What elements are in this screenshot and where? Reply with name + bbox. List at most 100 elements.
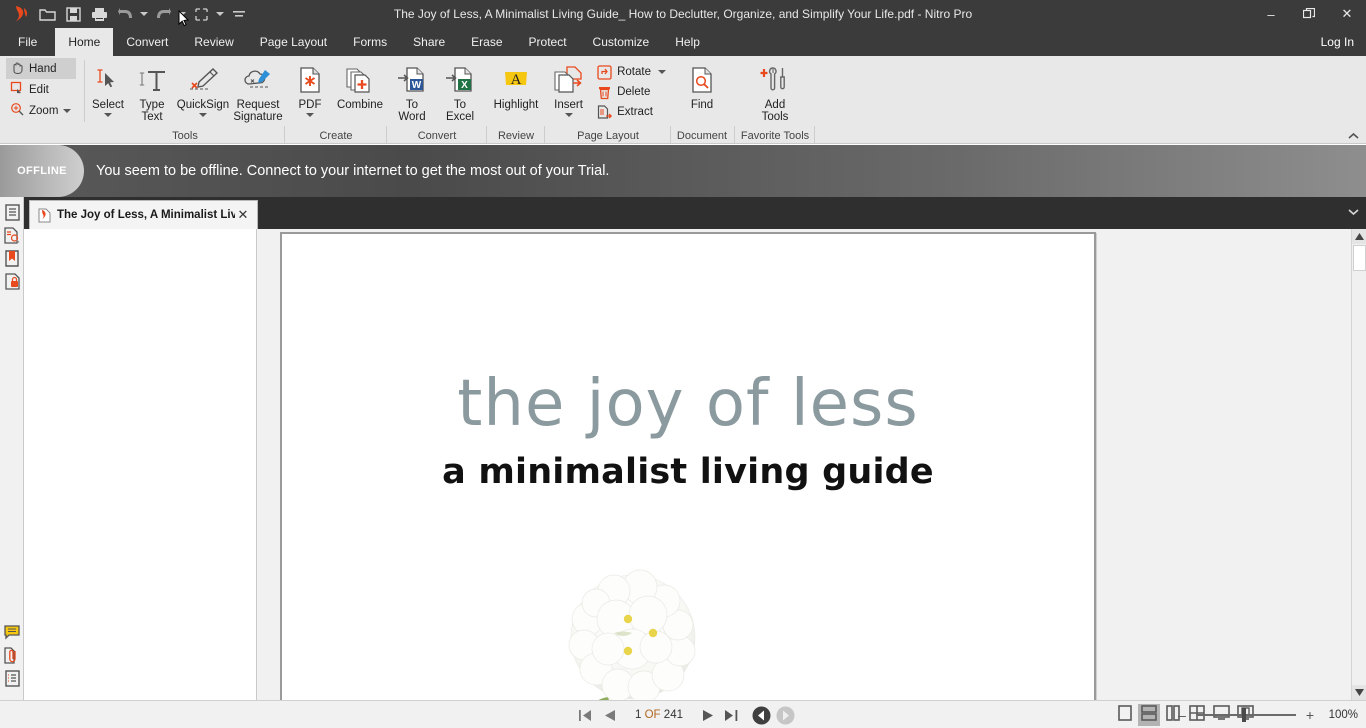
minimize-button[interactable]: – xyxy=(1252,0,1290,28)
print-icon[interactable] xyxy=(86,1,112,27)
group-label-review: Review xyxy=(497,130,535,142)
navigation-pane xyxy=(24,229,257,700)
scroll-down-icon[interactable] xyxy=(1352,685,1366,700)
chevron-down-icon[interactable] xyxy=(1346,205,1360,219)
select-tool-icon[interactable] xyxy=(188,1,214,27)
to-word-button[interactable]: W To Word xyxy=(388,56,436,123)
next-view-icon[interactable] xyxy=(775,704,797,726)
save-icon[interactable] xyxy=(60,1,86,27)
pdf-document-icon xyxy=(36,207,52,223)
line1: To xyxy=(405,99,419,111)
select-dropdown-icon[interactable] xyxy=(214,1,226,27)
attachments-panel-icon[interactable] xyxy=(0,644,24,667)
tab-review[interactable]: Review xyxy=(181,28,246,56)
insert-pages-button[interactable]: Insert xyxy=(546,56,591,117)
rotate-dropdown-icon[interactable] xyxy=(658,70,666,74)
bookmarks-panel-icon[interactable] xyxy=(0,247,24,270)
menu-tabs: File Home Convert Review Page Layout For… xyxy=(0,28,1366,56)
quicksign-dropdown-icon[interactable] xyxy=(199,113,207,117)
create-pdf-button[interactable]: PDF xyxy=(286,56,334,117)
layers-panel-icon[interactable] xyxy=(0,224,24,247)
edit-tool-button[interactable]: Edit xyxy=(6,79,76,100)
combine-button[interactable]: Combine xyxy=(334,56,386,111)
select-button[interactable]: Select xyxy=(86,56,130,117)
last-page-icon[interactable] xyxy=(721,704,743,726)
extract-pages-icon xyxy=(595,103,613,121)
select-button-label: Select xyxy=(92,99,124,111)
collapse-ribbon-button[interactable] xyxy=(1346,129,1360,143)
signatures-panel-icon[interactable] xyxy=(0,270,24,293)
type-text-button[interactable]: Type Text xyxy=(130,56,174,123)
ribbon-group-tools: Select Type Text QuickSign Request Signa… xyxy=(86,56,284,144)
add-tools-button[interactable]: Add Tools xyxy=(742,56,808,123)
offline-message: You seem to be offline. Connect to your … xyxy=(96,163,610,179)
previous-page-icon[interactable] xyxy=(599,704,621,726)
to-excel-button[interactable]: X To Excel xyxy=(436,56,484,123)
chevron-down-icon[interactable] xyxy=(63,108,72,113)
zoom-slider[interactable] xyxy=(1196,708,1296,722)
next-page-icon[interactable] xyxy=(697,704,719,726)
tab-home[interactable]: Home xyxy=(55,28,114,56)
tab-protect[interactable]: Protect xyxy=(516,28,580,56)
find-button[interactable]: Find xyxy=(674,56,730,111)
add-tools-button-label: Add Tools xyxy=(762,99,789,123)
request-signature-button[interactable]: Request Signature xyxy=(232,56,284,123)
delete-pages-button[interactable]: Delete xyxy=(591,82,670,102)
single-page-view-button[interactable] xyxy=(1114,704,1136,726)
tab-share[interactable]: Share xyxy=(400,28,458,56)
tab-convert[interactable]: Convert xyxy=(113,28,181,56)
pages-panel-icon[interactable] xyxy=(0,201,24,224)
quicksign-button[interactable]: QuickSign xyxy=(174,56,232,117)
comments-panel-icon[interactable] xyxy=(0,621,24,644)
close-icon[interactable]: ✕ xyxy=(235,207,251,223)
create-pdf-dropdown-icon[interactable] xyxy=(306,113,314,117)
redo-dropdown-icon[interactable] xyxy=(176,1,188,27)
document-tab[interactable]: The Joy of Less, A Minimalist Liv... ✕ xyxy=(29,200,258,229)
restore-button[interactable] xyxy=(1290,0,1328,28)
undo-icon[interactable] xyxy=(112,1,138,27)
first-page-icon[interactable] xyxy=(575,704,597,726)
white-flower-photo xyxy=(548,557,718,700)
undo-dropdown-icon[interactable] xyxy=(138,1,150,27)
edit-tool-label: Edit xyxy=(29,83,49,96)
select-dropdown-icon[interactable] xyxy=(104,113,112,117)
tab-help[interactable]: Help xyxy=(662,28,713,56)
redo-icon[interactable] xyxy=(150,1,176,27)
zoom-slider-thumb[interactable] xyxy=(1242,708,1246,722)
open-folder-icon[interactable] xyxy=(34,1,60,27)
close-button[interactable]: ✕ xyxy=(1328,0,1366,28)
hand-tool-button[interactable]: Hand xyxy=(6,58,76,79)
zoom-in-button[interactable]: + xyxy=(1302,707,1318,723)
fields-panel-icon[interactable] xyxy=(0,667,24,690)
line2: Tools xyxy=(761,111,789,123)
page-indicator[interactable]: 1 OF 241 xyxy=(635,709,683,721)
extract-pages-button[interactable]: Extract xyxy=(591,102,670,122)
previous-view-icon[interactable] xyxy=(751,704,773,726)
tab-erase[interactable]: Erase xyxy=(458,28,515,56)
continuous-page-view-button[interactable] xyxy=(1138,704,1160,726)
pdf-page-content: the joy of less a minimalist living guid… xyxy=(285,237,1091,700)
document-viewer[interactable]: the joy of less a minimalist living guid… xyxy=(258,229,1351,700)
ribbon-group-create: PDF Combine Create xyxy=(286,56,386,144)
tab-customize[interactable]: Customize xyxy=(580,28,663,56)
log-in-link[interactable]: Log In xyxy=(1321,28,1354,56)
quicksign-pen-icon xyxy=(187,63,219,97)
select-cursor-icon xyxy=(95,63,121,97)
customize-qat-icon[interactable] xyxy=(226,1,252,27)
rotate-button[interactable]: Rotate xyxy=(591,62,670,82)
scrollbar-thumb[interactable] xyxy=(1353,245,1366,271)
insert-dropdown-icon[interactable] xyxy=(564,113,573,117)
scroll-up-icon[interactable] xyxy=(1352,229,1366,244)
zoom-tool-button[interactable]: Zoom xyxy=(6,100,76,121)
zoom-out-button[interactable]: – xyxy=(1174,707,1190,723)
line1: Type xyxy=(139,99,165,111)
vertical-scrollbar[interactable] xyxy=(1351,229,1366,700)
highlight-button[interactable]: A Highlight xyxy=(489,56,543,111)
tab-page-layout[interactable]: Page Layout xyxy=(247,28,340,56)
line2: Excel xyxy=(445,111,475,123)
tab-forms[interactable]: Forms xyxy=(340,28,400,56)
tab-file[interactable]: File xyxy=(0,28,55,56)
page-of-label: OF xyxy=(644,709,661,721)
rotate-label: Rotate xyxy=(617,66,651,78)
group-separator xyxy=(544,126,545,143)
